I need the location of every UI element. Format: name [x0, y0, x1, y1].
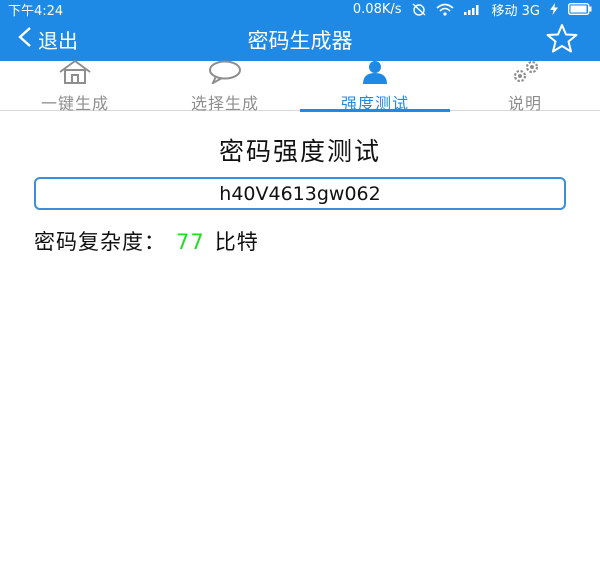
- password-input[interactable]: [34, 177, 566, 210]
- main-content: 密码强度测试 密码复杂度： 77 比特: [0, 112, 600, 566]
- page-title: 密码生成器: [247, 28, 353, 53]
- status-bar: 下午4:24 0.08K/s 移动 3G: [0, 0, 600, 19]
- battery-icon: [568, 3, 592, 15]
- alarm-off-icon: [412, 2, 426, 16]
- tab-select-generate[interactable]: 选择生成: [150, 60, 300, 113]
- complexity-value: 77: [176, 230, 205, 254]
- tab-quick-generate[interactable]: 一键生成: [0, 59, 150, 113]
- status-carrier: 移动 3G: [491, 3, 540, 19]
- home-icon: [58, 59, 92, 88]
- section-heading: 密码强度测试: [218, 137, 381, 166]
- complexity-label: 密码复杂度：: [34, 230, 166, 254]
- chat-bubble-icon: [208, 60, 242, 88]
- user-icon: [360, 60, 390, 88]
- charging-icon: [550, 3, 558, 15]
- tab-label: 一键生成: [40, 94, 109, 113]
- signal-icon: [463, 3, 482, 15]
- tab-label: 强度测试: [340, 94, 409, 113]
- tab-label: 说明: [507, 94, 542, 113]
- back-label: 退出: [38, 29, 78, 53]
- back-button[interactable]: 退出: [18, 18, 78, 61]
- complexity-unit: 比特: [214, 230, 259, 254]
- tab-instructions[interactable]: 说明: [450, 60, 600, 113]
- complexity-result: 密码复杂度： 77 比特: [34, 226, 259, 256]
- favorite-button[interactable]: [544, 24, 580, 56]
- status-net-speed: 0.08K/s: [352, 1, 402, 17]
- app-bar: 退出 密码生成器: [0, 18, 600, 61]
- status-time: 下午4:24: [8, 3, 64, 19]
- chevron-left-icon: [18, 26, 32, 53]
- tab-label: 选择生成: [190, 94, 259, 113]
- wifi-icon: [435, 3, 454, 16]
- star-outline-icon: [545, 23, 579, 57]
- tab-bar: 一键生成 选择生成 强度测试 说明: [0, 59, 600, 113]
- gears-icon: [508, 60, 542, 88]
- tab-strength-test[interactable]: 强度测试: [300, 60, 450, 113]
